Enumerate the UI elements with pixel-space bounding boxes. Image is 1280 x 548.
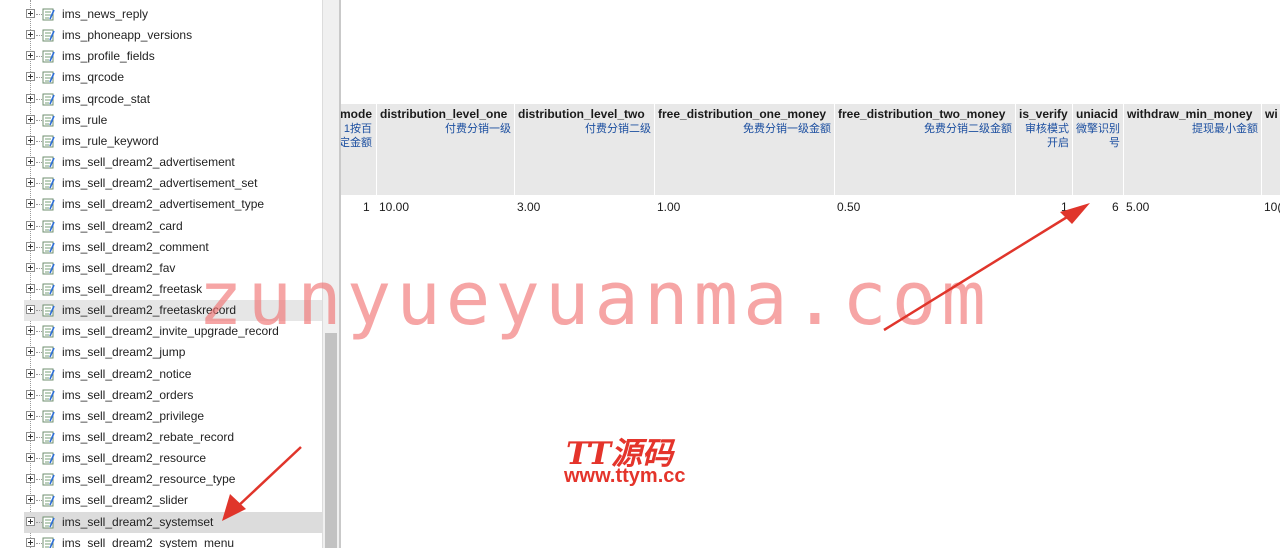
annotation-arrows	[222, 203, 1090, 521]
arrow-to-systemset-icon	[222, 446, 302, 521]
arrow-to-uniacid-icon	[883, 203, 1090, 332]
